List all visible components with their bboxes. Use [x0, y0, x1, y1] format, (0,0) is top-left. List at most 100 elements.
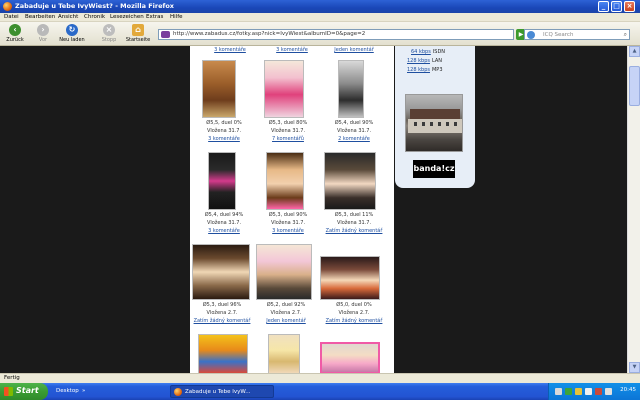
menu-datei[interactable]: Datei [4, 14, 19, 20]
comments-link[interactable]: 3 komentáře [200, 47, 260, 53]
tray-icon[interactable] [575, 388, 582, 395]
menu-extras[interactable]: Extras [146, 14, 163, 20]
taskbar-window-title: Zabaduje u Tebe IvyW... [185, 389, 251, 395]
photo-rating: Ø5,3, duel 90% [268, 212, 308, 218]
gallery-photo[interactable] [338, 60, 364, 118]
photo-rating: Ø5,0, duel 0% [336, 302, 372, 308]
photo-rating: Ø5,5, duel 0% [206, 120, 242, 126]
vertical-scrollbar[interactable]: ▲ ▼ [627, 46, 640, 373]
minimize-button[interactable]: _ [598, 1, 609, 12]
banda-logo[interactable]: banda!cz [413, 160, 455, 178]
speed-row: 128 kbps LAN [407, 58, 442, 64]
speed-link[interactable]: 128 kbps [407, 58, 430, 64]
scroll-down-button[interactable]: ▼ [629, 362, 640, 373]
scroll-up-button[interactable]: ▲ [629, 46, 640, 57]
menu-ansicht[interactable]: Ansicht [58, 14, 78, 20]
site-favicon-icon [161, 31, 170, 38]
window-title: Zabaduje u Tebe IvyWiest? - Mozilla Fire… [15, 2, 174, 10]
gallery-photo[interactable] [202, 60, 236, 118]
photo-date: Vložena 31.7. [206, 220, 242, 226]
menu-hilfe[interactable]: Hilfe [170, 14, 183, 20]
gallery-photo[interactable] [208, 152, 236, 210]
gallery-photo[interactable] [320, 256, 380, 300]
stop-icon: × [103, 24, 115, 36]
reload-button[interactable]: ↻ Neu laden [56, 23, 88, 45]
stop-button[interactable]: × Stopp [96, 23, 122, 45]
back-button[interactable]: ‹ Zurück [2, 23, 28, 45]
magnifier-icon[interactable]: ⌕ [624, 31, 627, 39]
comments-link[interactable]: Zatím žádný komentář [320, 228, 388, 234]
speed-row: 128 kbps MP3 [407, 67, 443, 73]
comments-link[interactable]: Jeden komentář [324, 47, 384, 53]
menu-bar: Datei Bearbeiten Ansicht Chronik Lesezei… [0, 13, 640, 22]
photo-rating: Ø5,3, duel 80% [268, 120, 308, 126]
photo-date: Vložena 2.7. [206, 310, 238, 316]
tray-icon[interactable] [595, 388, 602, 395]
firefox-icon [3, 2, 12, 11]
tray-icon[interactable] [555, 388, 562, 395]
tray-icon[interactable] [565, 388, 572, 395]
taskbar: Start Desktop » Zabaduje u Tebe IvyW... … [0, 383, 640, 400]
home-icon: ⌂ [132, 24, 144, 36]
speed-link[interactable]: 128 kbps [407, 67, 430, 73]
scroll-thumb[interactable] [629, 66, 640, 106]
photo-date: Vložena 2.7. [338, 310, 370, 316]
menu-lesezeichen[interactable]: Lesezeichen [110, 14, 144, 20]
desktop-toolbar[interactable]: Desktop [56, 388, 79, 394]
gallery-photo[interactable] [268, 334, 300, 373]
photo-rating: Ø5,4, duel 90% [334, 120, 374, 126]
url-bar[interactable]: http://www.zabadus.cz/fotky.asp?nick=Ivy… [158, 29, 514, 40]
comments-link[interactable]: 3 komentáře [262, 47, 322, 53]
gallery-photo[interactable] [324, 152, 376, 210]
gallery-photo[interactable] [266, 152, 304, 210]
speed-type: LAN [431, 58, 443, 64]
tray-icon[interactable] [585, 388, 592, 395]
home-button[interactable]: ⌂ Startseite [122, 23, 154, 45]
photo-rating: Ø5,3, duel 96% [202, 302, 242, 308]
forward-button[interactable]: › Vor [30, 23, 56, 45]
gallery-page: 3 komentáře 3 komentáře Jeden komentář Ø… [190, 46, 394, 373]
castle-photo[interactable] [405, 94, 463, 152]
photo-rating: Ø5,4, duel 94% [204, 212, 244, 218]
comments-link[interactable]: Jeden komentář [254, 318, 318, 324]
close-button[interactable]: × [624, 1, 635, 12]
menu-chronik[interactable]: Chronik [84, 14, 105, 20]
search-input[interactable]: ICQ Search ⌕ [524, 29, 630, 40]
firefox-icon [174, 388, 182, 396]
speed-link[interactable]: 64 kbps [411, 49, 431, 55]
photo-date: Vložena 31.7. [336, 128, 372, 134]
url-text[interactable]: http://www.zabadus.cz/fotky.asp?nick=Ivy… [173, 31, 365, 37]
search-engine-icon[interactable] [527, 31, 535, 39]
start-button[interactable]: Start [0, 383, 48, 400]
photo-date: Vložena 31.7. [206, 128, 242, 134]
menu-bearbeiten[interactable]: Bearbeiten [25, 14, 55, 20]
comments-link[interactable]: 3 komentáře [194, 136, 254, 142]
volume-icon[interactable] [605, 388, 612, 395]
maximize-button[interactable]: □ [611, 1, 622, 12]
comments-link[interactable]: 3 komentáře [194, 228, 254, 234]
title-bar[interactable]: Zabaduje u Tebe IvyWiest? - Mozilla Fire… [0, 0, 640, 13]
gallery-photo[interactable] [198, 334, 248, 373]
windows-logo-icon [4, 387, 13, 396]
search-placeholder: ICQ Search [543, 31, 574, 38]
forward-label: Vor [38, 37, 48, 43]
page-content: 3 komentáře 3 komentáře Jeden komentář Ø… [0, 46, 640, 373]
forward-arrow-icon: › [37, 24, 49, 36]
gallery-photo[interactable] [192, 244, 250, 300]
photo-date: Vložena 31.7. [270, 220, 306, 226]
comments-link[interactable]: Zatím žádný komentář [320, 318, 388, 324]
start-label: Start [16, 386, 39, 395]
clock[interactable]: 20:45 [620, 387, 636, 393]
gallery-photo[interactable] [264, 60, 304, 118]
comments-link[interactable]: 7 komentářů [256, 136, 320, 142]
toolbar-expand-icon[interactable]: » [82, 388, 85, 394]
back-arrow-icon: ‹ [9, 24, 21, 36]
comments-link[interactable]: 3 komentáře [256, 228, 320, 234]
photo-rating: Ø5,3, duel 11% [334, 212, 374, 218]
gallery-photo[interactable] [320, 342, 380, 373]
taskbar-firefox-window[interactable]: Zabaduje u Tebe IvyW... [170, 385, 274, 398]
gallery-photo[interactable] [256, 244, 312, 300]
speed-type: ISDN [432, 49, 446, 55]
comments-link[interactable]: 2 komentáře [322, 136, 386, 142]
comments-link[interactable]: Zatím žádný komentář [190, 318, 254, 324]
